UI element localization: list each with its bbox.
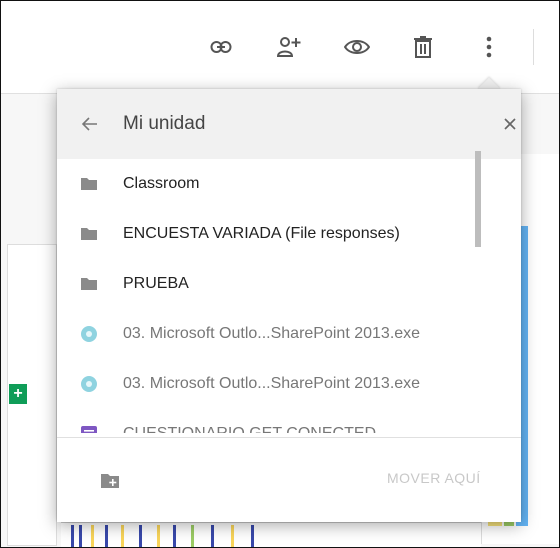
- new-folder-icon[interactable]: [101, 473, 119, 488]
- exe-file-icon: [81, 376, 97, 392]
- folder-list: Classroom ENCUESTA VARIADA (File respons…: [57, 159, 511, 433]
- list-item-label: 03. Microsoft Outlo...SharePoint 2013.ex…: [123, 375, 421, 392]
- folder-icon: [81, 178, 97, 190]
- list-scrollbar[interactable]: [513, 159, 521, 433]
- folder-icon: [81, 228, 97, 240]
- list-item-label: 03. Microsoft Outlo...SharePoint 2013.ex…: [123, 325, 421, 342]
- list-item-folder[interactable]: ENCUESTA VARIADA (File responses): [57, 209, 511, 259]
- screenshot-frame: + Mi unidad Classroom ENCUESTA VARIADA (…: [0, 0, 560, 548]
- forms-file-icon: [81, 426, 97, 433]
- drive-toolbar: [1, 1, 559, 94]
- list-item-label: Classroom: [123, 175, 200, 192]
- exe-file-icon: [81, 326, 97, 342]
- background-table-strip: [61, 522, 481, 547]
- list-item-folder[interactable]: PRUEBA: [57, 259, 511, 309]
- list-item-label: ENCUESTA VARIADA (File responses): [123, 225, 400, 242]
- list-item-folder[interactable]: Classroom: [57, 159, 511, 209]
- move-here-button[interactable]: MOVER AQUÍ: [387, 470, 481, 486]
- eye-icon[interactable]: [339, 29, 375, 65]
- move-to-panel: Mi unidad Classroom ENCUESTA VARIADA (Fi…: [57, 89, 521, 522]
- more-vert-icon[interactable]: [471, 29, 507, 65]
- add-person-icon[interactable]: [271, 29, 307, 65]
- folder-icon: [81, 278, 97, 290]
- list-item-label: CUESTIONARIO GET CONECTED: [123, 425, 376, 433]
- list-item-label: PRUEBA: [123, 275, 189, 292]
- panel-header: Mi unidad: [57, 89, 521, 159]
- trash-icon[interactable]: [405, 29, 441, 65]
- list-item-file[interactable]: CUESTIONARIO GET CONECTED: [57, 409, 511, 433]
- panel-title: Mi unidad: [123, 113, 206, 134]
- scrollbar-thumb[interactable]: [475, 151, 481, 247]
- toolbar-separator: [533, 29, 534, 65]
- panel-footer: MOVER AQUÍ: [57, 437, 521, 522]
- sheets-plus-icon: +: [9, 384, 27, 404]
- close-icon[interactable]: [497, 111, 523, 137]
- list-item-file[interactable]: 03. Microsoft Outlo...SharePoint 2013.ex…: [57, 359, 511, 409]
- list-item-file[interactable]: 03. Microsoft Outlo...SharePoint 2013.ex…: [57, 309, 511, 359]
- arrow-back-icon[interactable]: [77, 111, 103, 137]
- link-icon[interactable]: [203, 29, 239, 65]
